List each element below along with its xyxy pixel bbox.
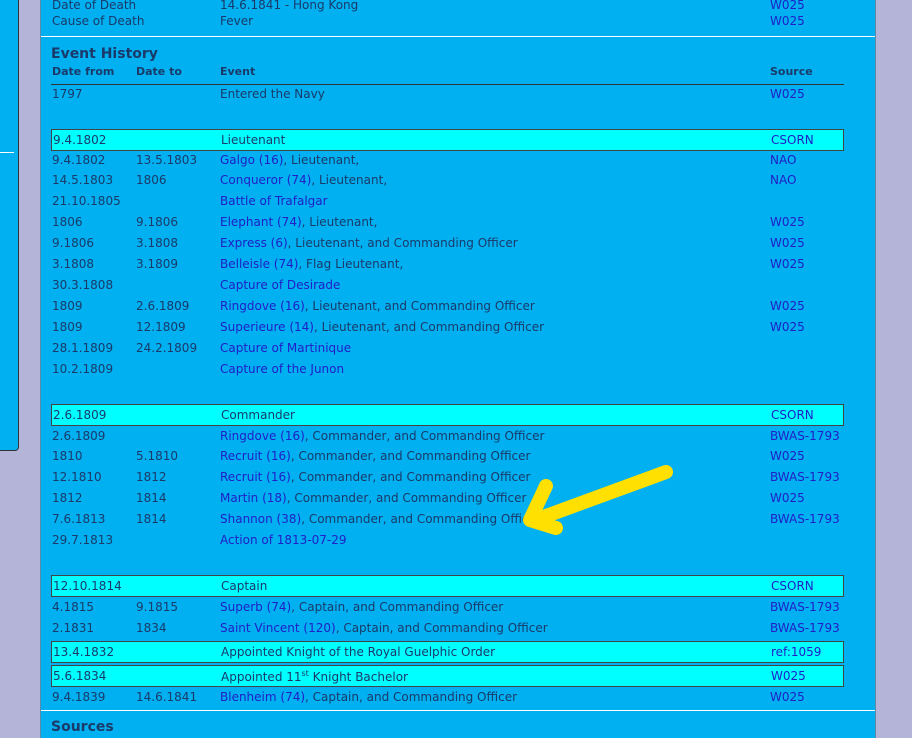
yellow-arrow-annotation [523,465,673,535]
arrow-shaft [539,465,673,523]
